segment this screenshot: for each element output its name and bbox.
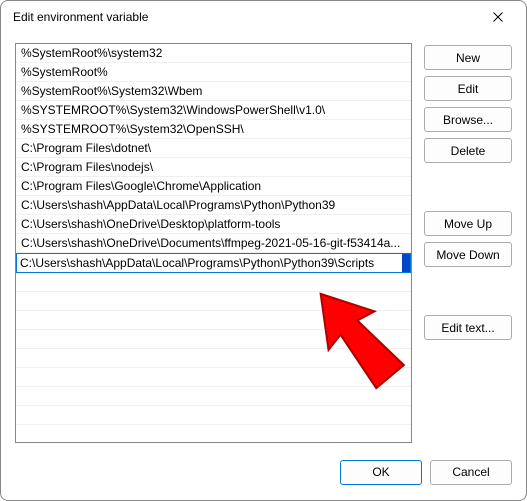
list-item[interactable]: %SystemRoot%\system32 bbox=[16, 44, 411, 63]
cancel-button[interactable]: Cancel bbox=[430, 460, 512, 485]
list-item-empty[interactable] bbox=[16, 330, 411, 349]
edit-text-button[interactable]: Edit text... bbox=[424, 315, 512, 340]
list-inner: %SystemRoot%\system32 %SystemRoot% %Syst… bbox=[16, 44, 411, 443]
move-up-button[interactable]: Move Up bbox=[424, 211, 512, 236]
text-caret bbox=[402, 254, 410, 272]
path-listbox[interactable]: %SystemRoot%\system32 %SystemRoot% %Syst… bbox=[15, 43, 412, 443]
delete-button[interactable]: Delete bbox=[424, 138, 512, 163]
spacer bbox=[424, 169, 512, 205]
list-item[interactable]: %SystemRoot% bbox=[16, 63, 411, 82]
list-item[interactable]: C:\Program Files\dotnet\ bbox=[16, 139, 411, 158]
list-item-empty[interactable] bbox=[16, 273, 411, 292]
side-button-column: New Edit Browse... Delete Move Up Move D… bbox=[424, 43, 512, 454]
content-area: %SystemRoot%\system32 %SystemRoot% %Syst… bbox=[1, 33, 526, 454]
list-item-empty[interactable] bbox=[16, 311, 411, 330]
list-item-empty[interactable] bbox=[16, 292, 411, 311]
list-item[interactable]: C:\Program Files\Google\Chrome\Applicati… bbox=[16, 177, 411, 196]
list-item-empty[interactable] bbox=[16, 425, 411, 443]
dialog-footer: OK Cancel bbox=[1, 454, 526, 500]
close-button[interactable] bbox=[478, 3, 518, 31]
edit-button[interactable]: Edit bbox=[424, 76, 512, 101]
close-icon bbox=[493, 12, 503, 22]
list-item[interactable]: %SYSTEMROOT%\System32\WindowsPowerShell\… bbox=[16, 101, 411, 120]
list-item[interactable]: C:\Users\shash\OneDrive\Documents\ffmpeg… bbox=[16, 234, 411, 253]
list-item-empty[interactable] bbox=[16, 387, 411, 406]
list-item-empty[interactable] bbox=[16, 349, 411, 368]
list-item[interactable]: %SYSTEMROOT%\System32\OpenSSH\ bbox=[16, 120, 411, 139]
list-item-empty[interactable] bbox=[16, 406, 411, 425]
dialog-window: Edit environment variable %SystemRoot%\s… bbox=[0, 0, 527, 501]
list-item[interactable]: %SystemRoot%\System32\Wbem bbox=[16, 82, 411, 101]
list-item-empty[interactable] bbox=[16, 368, 411, 387]
new-button[interactable]: New bbox=[424, 45, 512, 70]
spacer bbox=[424, 273, 512, 309]
list-item[interactable]: C:\Users\shash\OneDrive\Desktop\platform… bbox=[16, 215, 411, 234]
browse-button[interactable]: Browse... bbox=[424, 107, 512, 132]
window-title: Edit environment variable bbox=[13, 10, 478, 24]
move-down-button[interactable]: Move Down bbox=[424, 242, 512, 267]
list-item[interactable]: C:\Program Files\nodejs\ bbox=[16, 158, 411, 177]
path-edit-input[interactable] bbox=[17, 254, 402, 272]
ok-button[interactable]: OK bbox=[340, 460, 422, 485]
titlebar: Edit environment variable bbox=[1, 1, 526, 33]
list-item[interactable]: C:\Users\shash\AppData\Local\Programs\Py… bbox=[16, 196, 411, 215]
list-item-editing[interactable] bbox=[16, 253, 411, 273]
